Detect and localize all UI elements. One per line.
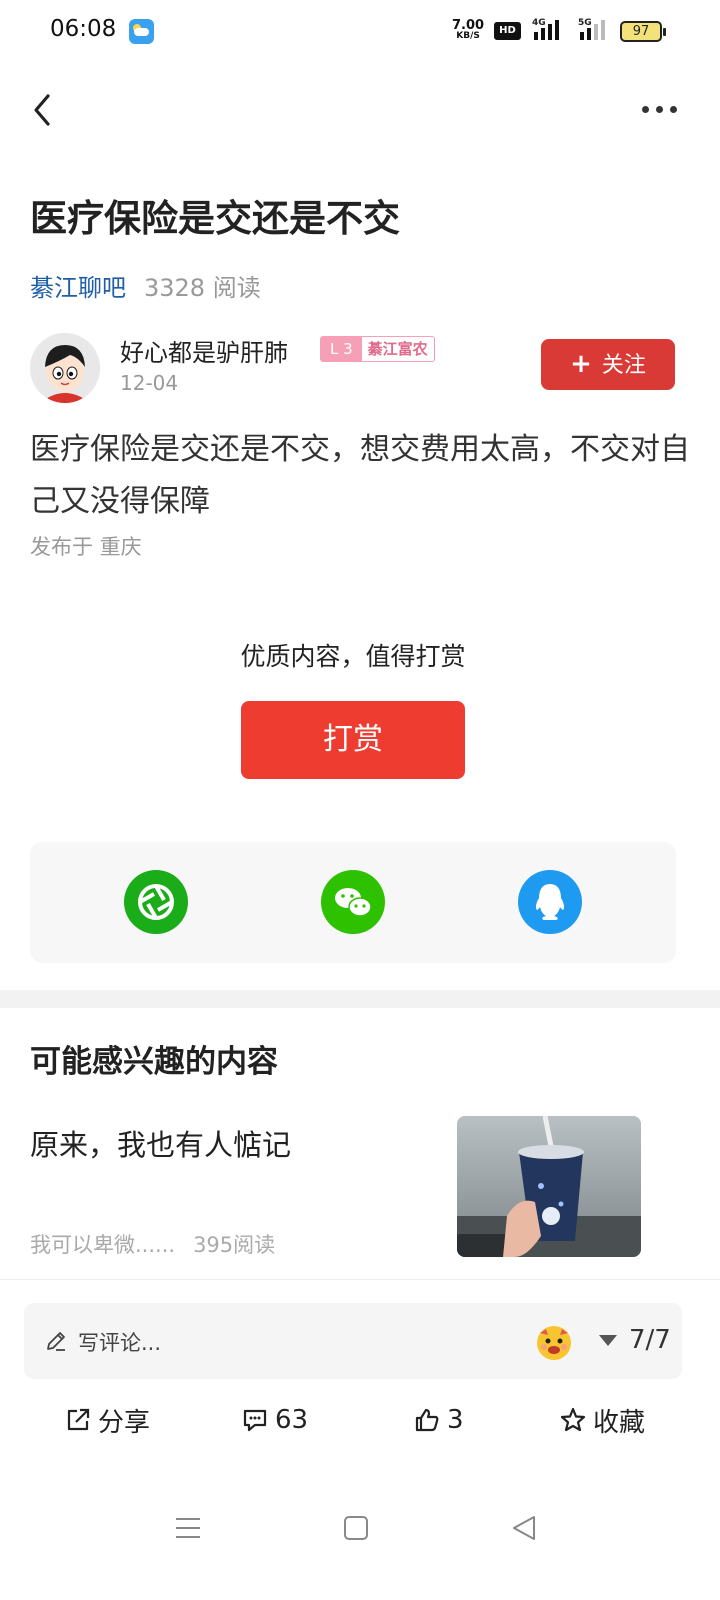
recommend-item-thumbnail[interactable] [457,1116,641,1257]
favorite-label: 收藏 [593,1407,646,1438]
read-count: 3328 阅读 [144,274,261,302]
comments-button[interactable]: 63 [241,1402,308,1438]
post-location: 发布于 重庆 [30,535,142,559]
status-time: 06:08 [50,16,117,42]
wechat-share-icon[interactable] [321,870,385,934]
like-button[interactable]: 3 [413,1402,464,1438]
hd-badge: HD [494,22,521,40]
network-4g-label: 4G [532,18,546,28]
menu-icon[interactable] [170,1510,206,1546]
more-options-icon[interactable] [640,102,680,118]
moments-share-icon[interactable] [124,870,188,934]
follow-button[interactable]: + 关注 [541,339,675,390]
thumbs-up-icon [415,1408,439,1432]
post-title: 医疗保险是交还是不交 [30,197,400,240]
qq-share-icon[interactable] [518,870,582,934]
comment-icon [243,1409,267,1432]
reward-button[interactable]: 打赏 [241,701,465,779]
post-content: 医疗保险是交还是不交，想交费用太高，不交对自己又没得保障 [30,432,690,519]
avatar[interactable] [30,333,100,403]
emoji-icon[interactable] [534,1321,574,1361]
user-tag: 綦江富农 [367,340,428,358]
weather-icon [129,19,154,44]
share-button[interactable]: 分享 [64,1402,150,1438]
reward-hint: 优质内容，值得打赏 [240,642,466,671]
share-panel [30,842,676,963]
network-5g-label: 5G [578,18,592,28]
battery-icon: 97 [620,21,666,42]
recommend-item-title[interactable]: 原来，我也有人惦记 [30,1122,291,1164]
comment-placeholder: 写评论... [78,1331,162,1355]
signal-4g-icon: 4G [532,18,564,42]
network-speed: 7.00 KB/S [452,19,484,41]
recommend-item-reads: 395阅读 [193,1233,276,1257]
back-arrow-icon[interactable] [26,90,66,130]
page-indicator[interactable]: 7/7 [629,1325,671,1355]
share-label: 分享 [98,1407,151,1438]
post-date: 12-04 [120,371,179,395]
recommend-item-meta: 我可以卑微...... 395阅读 [30,1229,275,1259]
follow-label: 关注 [601,353,646,378]
back-icon[interactable] [506,1510,542,1546]
bottom-separator [0,1279,720,1280]
caret-down-icon[interactable] [599,1335,617,1346]
comment-input[interactable]: 写评论... 7/7 [24,1303,682,1379]
speed-unit: KB/S [456,31,480,41]
recommend-item-author: 我可以卑微...... [30,1233,176,1257]
post-meta: 綦江聊吧 3328 阅读 [30,268,261,303]
author-name[interactable]: 好心都是驴肝肺 [120,333,288,368]
section-divider [0,990,720,1008]
star-icon [560,1407,586,1432]
pencil-icon [44,1329,68,1353]
status-bar: 06:08 7.00 KB/S HD 4G 5G 97 [0,0,720,64]
forum-link[interactable]: 綦江聊吧 [30,274,126,302]
favorite-button[interactable]: 收藏 [559,1402,645,1438]
level-label: L 3 [321,337,362,361]
home-icon[interactable] [338,1510,374,1546]
share-icon [67,1408,90,1431]
signal-5g-icon: 5G [574,18,610,42]
plus-icon: + [570,349,592,379]
like-count: 3 [447,1405,464,1435]
level-badge: L 3 綦江富农 [320,336,435,362]
comment-count: 63 [275,1405,309,1435]
system-nav-bar [0,1490,720,1560]
recommend-section-title: 可能感兴趣的内容 [30,1044,278,1080]
